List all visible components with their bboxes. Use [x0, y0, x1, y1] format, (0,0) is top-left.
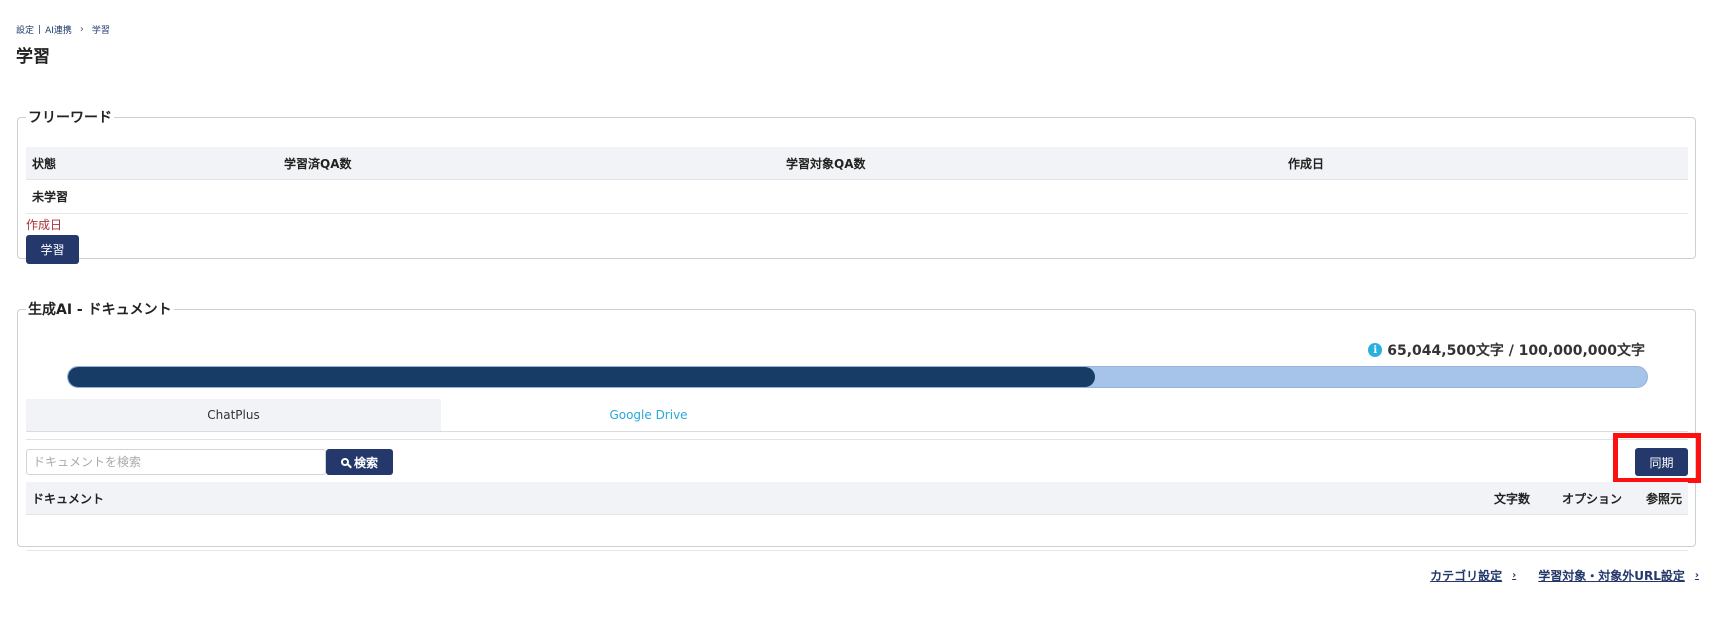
- empty-cell: [1628, 514, 1688, 551]
- category-settings-link[interactable]: カテゴリ設定 ›: [1430, 567, 1516, 584]
- source-tabs: ChatPlus Google Drive: [26, 399, 1688, 432]
- document-table: ドキュメント 文字数 オプション 参照元: [26, 482, 1688, 551]
- cell-created: [1282, 179, 1688, 214]
- url-settings-label: 学習対象・対象外URL設定: [1538, 569, 1685, 583]
- col-chars: 文字数: [1454, 482, 1536, 515]
- col-learned-qa: 学習済QA数: [278, 147, 780, 180]
- chevron-right-icon: ›: [79, 24, 84, 35]
- cell-learned-qa: [278, 179, 780, 214]
- breadcrumb-current: 学習: [91, 26, 110, 36]
- col-created: 作成日: [1282, 147, 1688, 180]
- col-status: 状態: [26, 147, 278, 180]
- tab-chatplus[interactable]: ChatPlus: [26, 399, 441, 431]
- search-icon: [340, 458, 349, 466]
- page-title: 学習: [16, 47, 50, 67]
- cell-status: 未学習: [26, 179, 278, 214]
- search-button[interactable]: 検索: [326, 449, 393, 475]
- col-document: ドキュメント: [26, 482, 1454, 515]
- document-search-input[interactable]: [26, 449, 326, 475]
- error-text: 作成日: [26, 218, 63, 232]
- breadcrumb-settings[interactable]: 設定: [16, 23, 34, 36]
- url-settings-link[interactable]: 学習対象・対象外URL設定 ›: [1538, 567, 1699, 584]
- freeword-section: フリーワード 状態 学習済QA数 学習対象QA数 作成日 未学習 作成日 学習: [17, 107, 1696, 264]
- breadcrumb-ai-link[interactable]: AI連携: [45, 23, 72, 36]
- empty-cell: [1536, 514, 1628, 551]
- category-settings-label: カテゴリ設定: [1430, 569, 1503, 583]
- table-header-row: ドキュメント 文字数 オプション 参照元: [26, 482, 1688, 515]
- table-row: 未学習: [26, 179, 1688, 214]
- empty-cell: [1454, 514, 1536, 551]
- footer-links: カテゴリ設定 › 学習対象・対象外URL設定 ›: [1430, 567, 1699, 584]
- genai-document-section: 生成AI - ドキュメント i 65,044,500文字 / 100,000,0…: [17, 299, 1701, 551]
- chevron-right-icon: ›: [1512, 570, 1517, 581]
- breadcrumb-divider: |: [38, 24, 42, 35]
- sync-button[interactable]: 同期: [1635, 448, 1688, 476]
- search-button-label: 検索: [353, 455, 378, 470]
- empty-cell: [26, 514, 1454, 551]
- chevron-right-icon: ›: [1694, 570, 1699, 581]
- quota-progress-bar: [67, 366, 1648, 388]
- quota-progress-fill: [68, 367, 1096, 387]
- breadcrumb: 設定 | AI連携 › 学習: [16, 23, 110, 36]
- table-header-row: 状態 学習済QA数 学習対象QA数 作成日: [26, 147, 1688, 180]
- learn-button[interactable]: 学習: [26, 235, 79, 264]
- quota-display: i 65,044,500文字 / 100,000,000文字: [1368, 340, 1645, 360]
- col-options: オプション: [1536, 482, 1628, 515]
- table-row: [26, 514, 1688, 551]
- quota-text: 65,044,500文字 / 100,000,000文字: [1387, 343, 1645, 359]
- col-source: 参照元: [1628, 482, 1688, 515]
- genai-legend: 生成AI - ドキュメント: [28, 302, 172, 318]
- col-target-qa: 学習対象QA数: [780, 147, 1282, 180]
- tab-google-drive[interactable]: Google Drive: [441, 399, 856, 431]
- info-icon[interactable]: i: [1368, 343, 1383, 357]
- freeword-table: 状態 学習済QA数 学習対象QA数 作成日 未学習: [26, 147, 1688, 214]
- freeword-legend: フリーワード: [28, 110, 112, 126]
- cell-target-qa: [780, 179, 1282, 214]
- divider: [26, 439, 1688, 440]
